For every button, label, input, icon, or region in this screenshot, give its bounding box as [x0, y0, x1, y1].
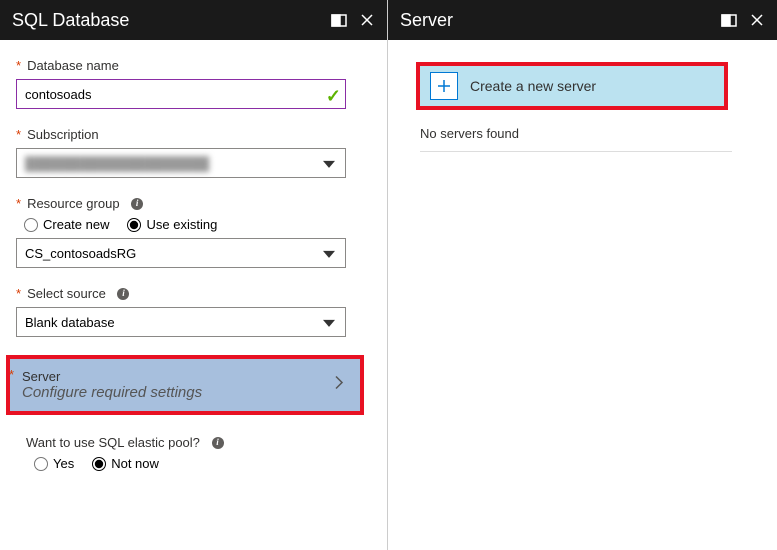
- server-tile-label: Server: [22, 369, 348, 384]
- blade-header: Server: [388, 0, 777, 40]
- maximize-icon[interactable]: [721, 12, 737, 28]
- rg-create-new-radio[interactable]: Create new: [24, 217, 109, 232]
- rg-use-existing-radio[interactable]: Use existing: [127, 217, 217, 232]
- subscription-field: *Subscription ████████████████████: [16, 127, 371, 178]
- close-icon[interactable]: [359, 12, 375, 28]
- valid-check-icon: ✓: [326, 86, 341, 107]
- blade-header: SQL Database: [0, 0, 387, 40]
- elastic-pool-field: Want to use SQL elastic pool? i Yes Not …: [26, 435, 371, 471]
- field-label: *Subscription: [16, 127, 371, 142]
- header-actions: [721, 12, 765, 28]
- plus-icon: [430, 72, 458, 100]
- create-server-label: Create a new server: [470, 78, 596, 94]
- subscription-dropdown[interactable]: ████████████████████: [16, 148, 346, 178]
- elastic-pool-radio-row: Yes Not now: [26, 456, 371, 471]
- create-new-server-tile[interactable]: Create a new server: [416, 62, 728, 110]
- no-servers-text: No servers found: [420, 126, 732, 152]
- field-label: *Database name: [16, 58, 371, 73]
- info-icon[interactable]: i: [131, 198, 143, 210]
- server-tile-subtext: Configure required settings: [22, 384, 348, 401]
- blade-title: Server: [400, 10, 721, 31]
- maximize-icon[interactable]: [331, 12, 347, 28]
- elastic-yes-radio[interactable]: Yes: [34, 456, 74, 471]
- blade-body: *Database name ✓ *Subscription █████████…: [0, 40, 387, 550]
- resource-group-dropdown[interactable]: CS_contosoadsRG: [16, 238, 346, 268]
- required-indicator: *: [9, 367, 14, 382]
- elastic-notnow-radio[interactable]: Not now: [92, 456, 159, 471]
- header-actions: [331, 12, 375, 28]
- blade-body: Create a new server No servers found: [388, 40, 777, 550]
- sql-database-blade: SQL Database *Database name ✓ *Subscript…: [0, 0, 388, 550]
- select-source-dropdown[interactable]: Blank database: [16, 307, 346, 337]
- server-configure-tile[interactable]: * Server Configure required settings: [6, 355, 364, 415]
- server-blade: Server Create a new server No servers fo…: [388, 0, 777, 550]
- close-icon[interactable]: [749, 12, 765, 28]
- field-label: *Resource group i: [16, 196, 371, 211]
- database-name-field: *Database name ✓: [16, 58, 371, 109]
- chevron-right-icon: [334, 375, 344, 396]
- field-label: *Select source i: [16, 286, 371, 301]
- resource-group-field: *Resource group i Create new Use existin…: [16, 196, 371, 268]
- blade-title: SQL Database: [12, 10, 331, 31]
- info-icon[interactable]: i: [212, 437, 224, 449]
- elastic-pool-question: Want to use SQL elastic pool? i: [26, 435, 371, 450]
- info-icon[interactable]: i: [117, 288, 129, 300]
- database-name-input[interactable]: [16, 79, 346, 109]
- select-source-field: *Select source i Blank database: [16, 286, 371, 337]
- resource-group-radio-row: Create new Use existing: [16, 217, 371, 232]
